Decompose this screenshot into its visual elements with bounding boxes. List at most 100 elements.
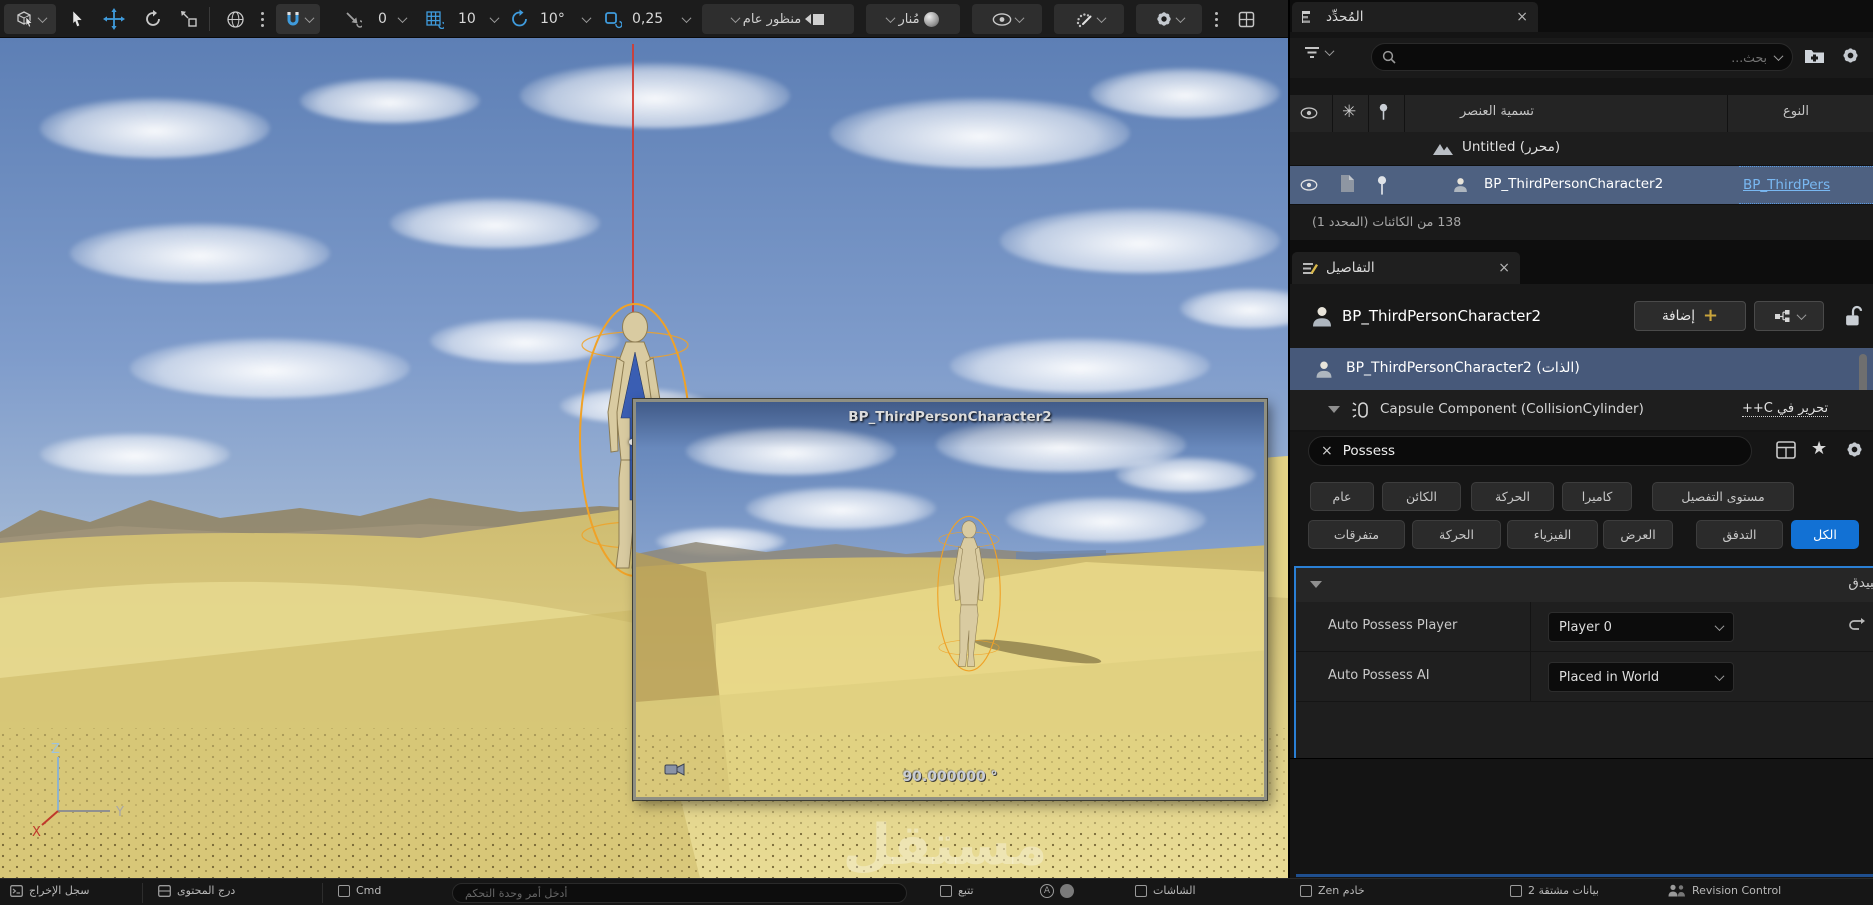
details-settings-button[interactable] xyxy=(1845,440,1864,463)
screens-icon xyxy=(1135,884,1147,897)
viewport-settings-button[interactable] xyxy=(1136,4,1202,34)
scale-tool-button[interactable] xyxy=(172,4,206,34)
toolbar-overflow-dots[interactable] xyxy=(254,4,270,34)
grid-snap-dropdown[interactable] xyxy=(486,4,502,34)
tab-details[interactable]: التفاصيل × xyxy=(1292,252,1520,284)
actor-type-link[interactable]: BP_ThirdPers xyxy=(1743,177,1830,193)
capsule-component-label[interactable]: Capsule Component (CollisionCylinder) xyxy=(1380,401,1644,417)
filter-chip-rendering[interactable]: العرض xyxy=(1603,520,1673,549)
select-mode-button[interactable] xyxy=(4,4,56,34)
rotation-snap-icon-button[interactable] xyxy=(506,4,534,34)
pin-column-icon[interactable] xyxy=(1378,103,1389,125)
output-log-button[interactable]: سجل الإخراج xyxy=(10,884,90,897)
pawn-section-header[interactable]: البيدق xyxy=(1296,568,1873,602)
collapse-triangle-icon[interactable] xyxy=(1310,581,1322,588)
axis-z-label: Z xyxy=(51,743,60,757)
actor-name[interactable]: BP_ThirdPersonCharacter2 xyxy=(1484,176,1663,192)
zen-server-button[interactable]: خادم Zen xyxy=(1300,884,1365,897)
component-row-self[interactable]: BP_ThirdPersonCharacter2 (الذات) xyxy=(1290,348,1873,420)
visibility-column-icon[interactable] xyxy=(1300,107,1318,123)
new-folder-button[interactable] xyxy=(1804,47,1825,68)
filter-icon xyxy=(1305,47,1319,58)
scale-snap-icon-button[interactable] xyxy=(598,4,626,34)
filter-chip-transform[interactable]: الحركة xyxy=(1471,482,1554,511)
outliner-filter-button[interactable] xyxy=(1304,46,1335,59)
filter-chip-lod[interactable]: مستوى التفصيل xyxy=(1652,482,1794,511)
maximize-viewport-button[interactable] xyxy=(1230,4,1262,34)
filter-chip-physics[interactable]: الفيزياء xyxy=(1507,520,1598,549)
grid-snap-icon-button[interactable] xyxy=(420,4,448,34)
filter-chip-all-active[interactable]: الكل xyxy=(1791,520,1859,549)
add-button-label: إضافة xyxy=(1661,308,1695,324)
move-tool-button[interactable] xyxy=(96,4,132,34)
world-space-button[interactable] xyxy=(218,4,252,34)
indicator-a-icon: A xyxy=(1040,884,1054,898)
details-search-value[interactable]: Possess xyxy=(1343,443,1395,459)
details-tab-label: التفاصيل xyxy=(1326,260,1375,276)
clear-search-icon[interactable]: × xyxy=(1321,443,1333,459)
expand-triangle-icon[interactable] xyxy=(1328,406,1340,413)
filter-chip-general[interactable]: عام xyxy=(1310,482,1374,511)
status-indicators[interactable]: A xyxy=(1040,884,1074,898)
table-icon xyxy=(1776,441,1796,459)
rotation-snap-value[interactable]: 10° xyxy=(540,0,565,38)
column-item-label[interactable]: تسمية العنصر xyxy=(1460,104,1534,119)
filter-chip-camera[interactable]: كاميرا xyxy=(1562,482,1632,511)
filter-chip-movement[interactable]: الحركة xyxy=(1412,520,1501,549)
cursor-tool-button[interactable] xyxy=(62,4,92,34)
column-type[interactable]: النوع xyxy=(1783,104,1809,119)
pin-icon[interactable] xyxy=(1376,175,1388,199)
component-row-capsule[interactable]: Capsule Component (CollisionCylinder) تح… xyxy=(1290,390,1873,430)
outliner-search-input[interactable] xyxy=(1396,49,1775,65)
auto-possess-ai-dropdown[interactable]: Placed in World xyxy=(1548,662,1734,692)
favorites-star-icon[interactable]: ★ xyxy=(1811,438,1827,459)
close-icon[interactable]: × xyxy=(1516,9,1528,25)
close-icon[interactable]: × xyxy=(1498,260,1510,276)
filter-chip-misc[interactable]: متفرقات xyxy=(1308,520,1405,549)
blueprint-hierarchy-button[interactable] xyxy=(1754,301,1824,331)
show-flags-button[interactable] xyxy=(972,4,1042,34)
rotation-snap-dropdown[interactable] xyxy=(578,4,594,34)
trace-icon xyxy=(940,884,952,897)
viewport-quality-button[interactable] xyxy=(1054,4,1124,34)
outliner-search-box[interactable] xyxy=(1371,43,1793,71)
visibility-eye-icon[interactable] xyxy=(1300,179,1318,195)
reset-to-default-icon[interactable] xyxy=(1848,617,1866,635)
viewport-3d-scene[interactable]: BP_ThirdPersonCharacter2 90.000000 ° Z Y… xyxy=(0,38,1288,878)
filter-chip-streaming[interactable]: التدفق xyxy=(1696,520,1783,549)
outliner-world-row[interactable]: Untitled (محرر) xyxy=(1290,132,1873,166)
scale-snap-value[interactable]: 0,25 xyxy=(632,0,663,38)
revision-control-button[interactable]: Revision Control xyxy=(1668,884,1781,897)
add-component-button[interactable]: + إضافة xyxy=(1634,301,1746,331)
tab-outliner[interactable]: المُحدِّد × xyxy=(1292,2,1538,32)
content-drawer-button[interactable]: درج المحتوى xyxy=(158,884,235,897)
lit-mode-button[interactable]: مُنار xyxy=(866,4,960,34)
scale-icon xyxy=(181,11,197,27)
self-component-label[interactable]: BP_ThirdPersonCharacter2 (الذات) xyxy=(1346,360,1580,376)
cmd-button[interactable]: Cmd xyxy=(338,884,381,897)
viewport-overflow-dots[interactable] xyxy=(1208,4,1224,34)
surface-snap-value[interactable]: 0 xyxy=(378,0,387,38)
surface-snap-dropdown[interactable] xyxy=(394,4,410,34)
filter-chip-actor[interactable]: الكائن xyxy=(1382,482,1461,511)
snap-toggle-button[interactable] xyxy=(276,4,320,34)
auto-possess-player-dropdown[interactable]: Player 0 xyxy=(1548,612,1734,642)
rotate-tool-button[interactable] xyxy=(136,4,170,34)
console-command-input[interactable]: أدخل أمر وحدة التحكم xyxy=(452,883,907,903)
world-row-label[interactable]: Untitled (محرر) xyxy=(1462,139,1560,155)
scale-snap-dropdown[interactable] xyxy=(678,4,694,34)
perspective-button[interactable]: منظور عام xyxy=(702,4,854,34)
outliner-status-text: 138 من الكائنات (المحدد 1) xyxy=(1312,214,1462,229)
outliner-actor-row-selected[interactable]: BP_ThirdPersonCharacter2 BP_ThirdPers xyxy=(1290,166,1873,204)
grid-snap-value[interactable]: 10 xyxy=(458,0,476,38)
display-mode-button[interactable] xyxy=(1776,441,1796,463)
details-search-box[interactable]: × Possess xyxy=(1308,436,1752,466)
unlocked-padlock-icon[interactable] xyxy=(1843,305,1863,327)
derived-data-button[interactable]: بيانات مشتقة 2 xyxy=(1510,884,1599,897)
screens-button[interactable]: الشاشات xyxy=(1135,884,1196,897)
outliner-settings-button[interactable] xyxy=(1841,46,1860,69)
surface-snap-icon-button[interactable] xyxy=(340,4,366,34)
edit-in-cpp-link[interactable]: تحرير في C++ xyxy=(1742,401,1829,417)
trace-button[interactable]: تتبع xyxy=(940,884,974,897)
star-column-icon[interactable]: ✳ xyxy=(1342,102,1356,122)
